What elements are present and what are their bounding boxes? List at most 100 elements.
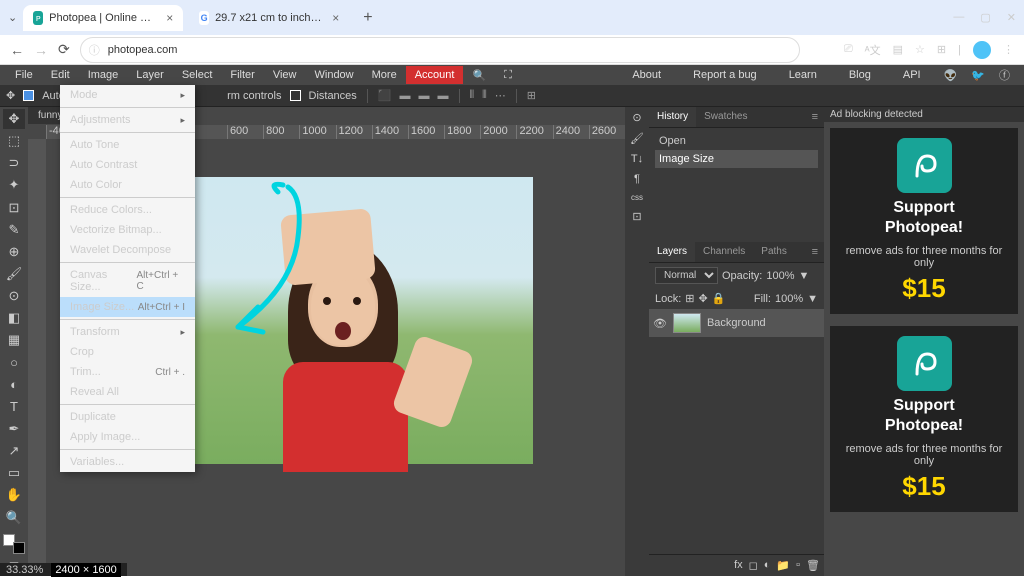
menu-window[interactable]: Window bbox=[306, 66, 363, 84]
browser-tab-inactive[interactable]: G 29.7 x21 cm to inches - Google × bbox=[189, 5, 349, 31]
wand-tool[interactable]: ✦ bbox=[3, 175, 25, 195]
dropdown-icon[interactable]: ▼ bbox=[807, 293, 818, 305]
menu-more[interactable]: More bbox=[363, 66, 406, 84]
css-panel-icon[interactable]: css bbox=[631, 193, 643, 202]
layer-thumbnail[interactable] bbox=[673, 313, 701, 333]
menu-vectorize[interactable]: Vectorize Bitmap... bbox=[60, 220, 195, 240]
link-api[interactable]: API bbox=[894, 66, 930, 84]
link-about[interactable]: About bbox=[623, 66, 670, 84]
facebook-icon[interactable]: ⓕ bbox=[999, 67, 1010, 83]
history-item[interactable]: Open bbox=[655, 132, 818, 150]
move-tool[interactable]: ✥ bbox=[3, 109, 25, 129]
close-icon[interactable]: × bbox=[166, 11, 173, 25]
site-info-icon[interactable]: ⓘ bbox=[89, 42, 100, 58]
tab-swatches[interactable]: Swatches bbox=[696, 107, 755, 127]
menu-filter[interactable]: Filter bbox=[221, 66, 263, 84]
hand-tool[interactable]: ✋ bbox=[3, 485, 25, 505]
menu-reveal-all[interactable]: Reveal All bbox=[60, 382, 195, 402]
menu-select[interactable]: Select bbox=[173, 66, 222, 84]
profile-avatar[interactable] bbox=[973, 41, 991, 59]
minimize-icon[interactable]: — bbox=[953, 11, 964, 24]
bookmark-icon[interactable]: ☆ bbox=[915, 43, 925, 56]
lock-pixels-icon[interactable]: ⊞ bbox=[685, 292, 694, 305]
fx-icon[interactable]: fx bbox=[734, 559, 743, 572]
panel-menu-icon[interactable]: ≡ bbox=[806, 242, 824, 262]
grid-icon[interactable]: ⊞ bbox=[527, 89, 536, 102]
distribute-icon[interactable]: ⫴ bbox=[470, 89, 475, 102]
visibility-icon[interactable]: 👁 bbox=[653, 317, 667, 330]
crop-tool[interactable]: ⊡ bbox=[3, 198, 25, 218]
zoom-tool[interactable]: 🔍 bbox=[3, 508, 25, 528]
background-color[interactable] bbox=[13, 542, 25, 554]
tab-history[interactable]: History bbox=[649, 107, 696, 127]
support-ad[interactable]: Support Photopea! remove ads for three m… bbox=[830, 128, 1018, 314]
new-tab-button[interactable]: + bbox=[355, 9, 380, 27]
info-panel-icon[interactable]: ⊡ bbox=[632, 210, 641, 223]
move-tool-icon[interactable]: ✥ bbox=[6, 89, 15, 102]
character-panel-icon[interactable]: ⊙ bbox=[632, 111, 641, 124]
chevron-down-icon[interactable]: ⌄ bbox=[8, 11, 17, 24]
brush-panel-icon[interactable]: 🖌 bbox=[630, 132, 644, 145]
tab-paths[interactable]: Paths bbox=[753, 242, 795, 262]
color-swatches[interactable] bbox=[3, 534, 25, 554]
tab-layers[interactable]: Layers bbox=[649, 242, 695, 262]
reddit-icon[interactable]: 👽 bbox=[944, 69, 958, 82]
adjustment-icon[interactable]: ◐ bbox=[764, 559, 771, 572]
brush-tool[interactable]: 🖌 bbox=[3, 264, 25, 284]
panel-menu-icon[interactable]: ≡ bbox=[806, 107, 824, 127]
menu-variables[interactable]: Variables... bbox=[60, 452, 195, 472]
folder-icon[interactable]: 📁 bbox=[776, 559, 790, 572]
menu-image-size[interactable]: Image Size...Alt+Ctrl + I bbox=[60, 297, 195, 317]
align-center-icon[interactable]: ▬ bbox=[419, 90, 430, 102]
blend-mode-select[interactable]: Normal bbox=[655, 267, 718, 284]
dropdown-icon[interactable]: ▼ bbox=[799, 270, 810, 282]
link-report[interactable]: Report a bug bbox=[684, 66, 766, 84]
fullscreen-icon[interactable]: ⛶ bbox=[495, 66, 521, 85]
heal-tool[interactable]: ⊕ bbox=[3, 242, 25, 262]
menu-apply-image[interactable]: Apply Image... bbox=[60, 427, 195, 447]
menu-mode[interactable]: Mode▸ bbox=[60, 85, 195, 105]
type-tool[interactable]: T bbox=[3, 397, 25, 417]
blur-tool[interactable]: ○ bbox=[3, 353, 25, 373]
distribute-icon[interactable]: ⫴ bbox=[482, 89, 487, 102]
new-layer-icon[interactable]: ▫ bbox=[796, 559, 800, 572]
history-item[interactable]: Image Size bbox=[655, 150, 818, 168]
auto-select-checkbox[interactable] bbox=[23, 90, 34, 101]
link-blog[interactable]: Blog bbox=[840, 66, 880, 84]
layer-item[interactable]: 👁 Background bbox=[649, 309, 824, 337]
forward-icon[interactable]: → bbox=[34, 42, 48, 58]
pen-tool[interactable]: ✒ bbox=[3, 419, 25, 439]
tab-channels[interactable]: Channels bbox=[695, 242, 753, 262]
lock-all-icon[interactable]: 🔒 bbox=[712, 292, 726, 305]
delete-icon[interactable]: 🗑 bbox=[806, 559, 820, 572]
menu-view[interactable]: View bbox=[264, 66, 306, 84]
menu-wavelet[interactable]: Wavelet Decompose bbox=[60, 240, 195, 260]
eyedropper-tool[interactable]: ✎ bbox=[3, 220, 25, 240]
support-ad[interactable]: Support Photopea! remove ads for three m… bbox=[830, 326, 1018, 512]
align-icon[interactable]: ⬛ bbox=[378, 89, 392, 102]
translate-icon[interactable]: ᴬ文 bbox=[865, 42, 881, 58]
lock-position-icon[interactable]: ✥ bbox=[699, 292, 708, 305]
back-icon[interactable]: ← bbox=[10, 42, 24, 58]
reader-icon[interactable]: ▤ bbox=[893, 43, 903, 56]
menu-duplicate[interactable]: Duplicate bbox=[60, 407, 195, 427]
menu-auto-contrast[interactable]: Auto Contrast bbox=[60, 155, 195, 175]
gradient-tool[interactable]: ▦ bbox=[3, 330, 25, 350]
paragraph-panel-icon[interactable]: ¶ bbox=[634, 173, 640, 185]
menu-account[interactable]: Account bbox=[406, 66, 464, 84]
menu-transform[interactable]: Transform▸ bbox=[60, 322, 195, 342]
menu-reduce-colors[interactable]: Reduce Colors... bbox=[60, 200, 195, 220]
fill-value[interactable]: 100% bbox=[775, 293, 803, 305]
align-left-icon[interactable]: ▬ bbox=[400, 90, 411, 102]
zoom-level[interactable]: 33.33% bbox=[6, 564, 43, 576]
menu-canvas-size[interactable]: Canvas Size...Alt+Ctrl + C bbox=[60, 265, 195, 297]
menu-auto-tone[interactable]: Auto Tone bbox=[60, 135, 195, 155]
link-learn[interactable]: Learn bbox=[780, 66, 826, 84]
twitter-icon[interactable]: 🐦 bbox=[971, 69, 985, 82]
mask-icon[interactable]: ◻ bbox=[749, 559, 758, 572]
maximize-icon[interactable]: ▢ bbox=[980, 11, 990, 24]
marquee-tool[interactable]: ⬚ bbox=[3, 131, 25, 151]
close-icon[interactable]: × bbox=[332, 11, 339, 25]
menu-trim[interactable]: Trim...Ctrl + . bbox=[60, 362, 195, 382]
menu-adjustments[interactable]: Adjustments▸ bbox=[60, 110, 195, 130]
